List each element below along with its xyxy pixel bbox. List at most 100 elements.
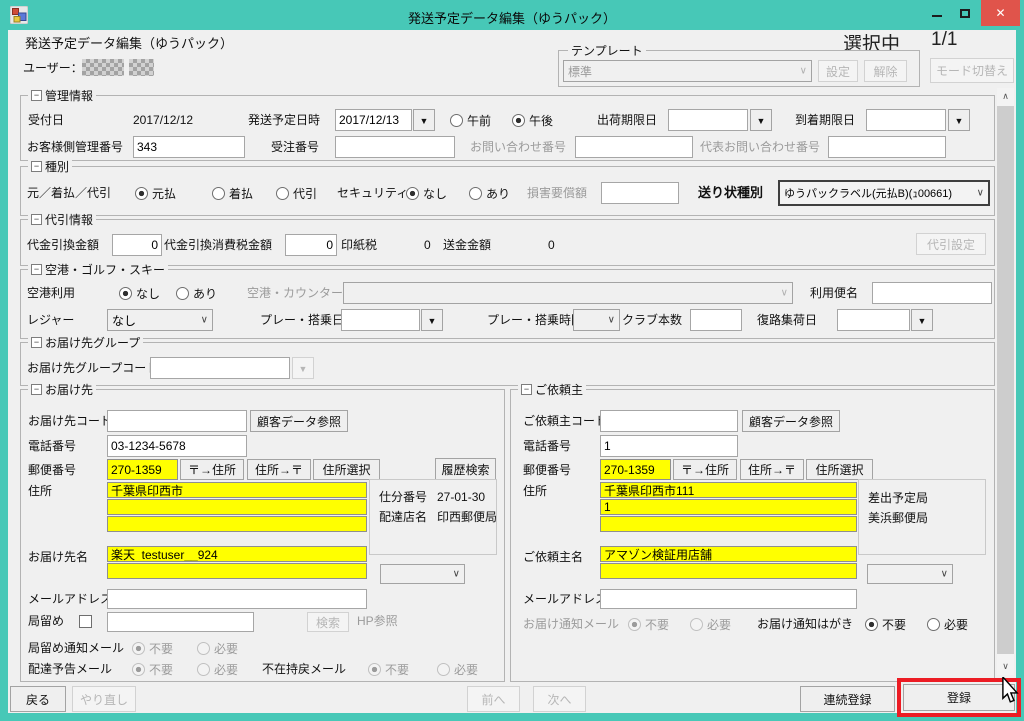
sender-address-line3-input[interactable] <box>600 516 857 532</box>
dest-history-search-button[interactable]: 履歴検索 <box>435 458 496 480</box>
radio-absence-return-yes[interactable]: 必要 <box>437 661 478 678</box>
radio-notice-postcard-yes[interactable]: 必要 <box>927 616 968 633</box>
flight-name-input[interactable] <box>872 282 992 304</box>
dest-group-code-input[interactable] <box>150 357 290 379</box>
return-pickup-input[interactable] <box>837 309 910 331</box>
damage-amount-label: 損害要償額 <box>527 187 587 200</box>
radio-absence-return-no[interactable]: 不要 <box>368 661 409 678</box>
cod-tax-input[interactable]: 0 <box>285 234 337 256</box>
next-button[interactable]: 次へ <box>533 686 586 712</box>
radio-security-yes[interactable]: あり <box>469 185 510 202</box>
sender-postal-input[interactable]: 270-1359 <box>600 459 671 480</box>
radio-kyokudome-mail-yes[interactable]: 必要 <box>197 640 238 657</box>
sender-addr-to-postal-button[interactable]: 住所→〒 <box>740 459 804 480</box>
sender-name-line2-input[interactable] <box>600 563 857 579</box>
radio-security-none[interactable]: なし <box>406 185 447 202</box>
dest-address-line1-input[interactable]: 千葉県印西市 <box>107 482 367 498</box>
sender-phone-input[interactable]: 1 <box>600 435 738 457</box>
dest-name-line2-input[interactable] <box>107 563 367 579</box>
sender-postal-to-addr-button[interactable]: 〒→住所 <box>673 459 737 480</box>
dest-group-dropdown-button[interactable]: ▼ <box>292 357 314 379</box>
kyokudome-mail-label: 局留め通知メール <box>28 642 124 655</box>
kyokudome-checkbox[interactable] <box>79 615 92 628</box>
scroll-down-icon[interactable]: ∨ <box>997 658 1014 675</box>
maximize-button[interactable] <box>951 0 979 26</box>
inquiry-no-input[interactable] <box>575 136 693 158</box>
radio-cod[interactable]: 代引 <box>276 185 317 202</box>
close-button[interactable]: ✕ <box>981 0 1020 26</box>
dest-honorific-combobox[interactable] <box>380 564 465 584</box>
dest-address-line2-input[interactable] <box>107 499 367 515</box>
radio-delivery-notice-no[interactable]: 不要 <box>132 661 173 678</box>
return-pickup-dropdown-button[interactable]: ▼ <box>911 309 933 331</box>
minimize-button[interactable] <box>923 0 951 26</box>
arrival-deadline-dropdown-button[interactable]: ▼ <box>948 109 970 131</box>
dest-phone-input[interactable]: 03-1234-5678 <box>107 435 247 457</box>
radio-pm[interactable]: 午後 <box>512 112 553 129</box>
cod-setting-button[interactable]: 代引設定 <box>916 233 986 255</box>
customer-no-input[interactable]: 343 <box>133 136 245 158</box>
dest-addr-select-button[interactable]: 住所選択 <box>313 459 380 480</box>
back-button[interactable]: 戻る <box>10 686 66 712</box>
order-no-input[interactable] <box>335 136 455 158</box>
rep-inquiry-no-input[interactable] <box>828 136 946 158</box>
scroll-up-icon[interactable]: ∧ <box>997 88 1014 105</box>
radio-collect[interactable]: 着払 <box>212 185 253 202</box>
mode-switch-button[interactable]: モード切替え <box>930 58 1014 83</box>
airport-counter-combobox[interactable] <box>343 282 793 304</box>
radio-notice-mail-no[interactable]: 不要 <box>628 616 669 633</box>
dest-postal-to-addr-button[interactable]: 〒→住所 <box>180 459 244 480</box>
radio-notice-mail-yes[interactable]: 必要 <box>690 616 731 633</box>
rep-inquiry-no-label: 代表お問い合わせ番号 <box>700 141 820 154</box>
sender-name-line1-input[interactable]: アマゾン検証用店舗 <box>600 546 857 562</box>
radio-kyokudome-mail-no[interactable]: 不要 <box>132 640 173 657</box>
arrival-deadline-input[interactable] <box>866 109 946 131</box>
destination-legend: −お届け先 <box>28 383 96 396</box>
cod-amount-input[interactable]: 0 <box>112 234 162 256</box>
ship-deadline-input[interactable] <box>668 109 748 131</box>
kyokudome-search-button[interactable]: 検索 <box>307 612 349 632</box>
dest-email-input[interactable] <box>107 589 367 609</box>
hp-ref-label: HP参照 <box>357 615 398 628</box>
play-time-combobox[interactable] <box>573 309 620 331</box>
collapse-icon: − <box>521 384 532 395</box>
play-date-dropdown-button[interactable]: ▼ <box>421 309 443 331</box>
damage-amount-input[interactable] <box>601 182 679 204</box>
kyokudome-input[interactable] <box>107 612 254 632</box>
continuous-register-button[interactable]: 連続登録 <box>800 686 895 712</box>
prev-button[interactable]: 前へ <box>467 686 520 712</box>
sender-honorific-combobox[interactable] <box>867 564 953 584</box>
airport-use-label: 空港利用 <box>27 287 75 300</box>
sender-code-input[interactable] <box>600 410 738 432</box>
radio-airport-none[interactable]: なし <box>119 285 160 302</box>
dest-postal-input[interactable]: 270-1359 <box>107 459 178 480</box>
sender-customer-ref-button[interactable]: 顧客データ参照 <box>742 410 840 432</box>
template-combobox[interactable]: 標準 <box>563 60 812 82</box>
ship-date-input[interactable]: 2017/12/13 <box>335 109 412 131</box>
clubs-count-input[interactable] <box>690 309 742 331</box>
vertical-scrollbar-thumb[interactable] <box>997 106 1014 654</box>
dest-addr-to-postal-button[interactable]: 住所→〒 <box>247 459 311 480</box>
radio-airport-yes[interactable]: あり <box>176 285 217 302</box>
ship-deadline-dropdown-button[interactable]: ▼ <box>750 109 772 131</box>
dest-name-line1-input[interactable]: 楽天 testuser__924 <box>107 546 367 562</box>
invoice-type-combobox[interactable]: ゆうパックラベル(元払B)(ｭ00661) <box>778 180 990 206</box>
radio-am[interactable]: 午前 <box>450 112 491 129</box>
sender-address-line2-input[interactable]: 1 <box>600 499 857 515</box>
dest-address-line3-input[interactable] <box>107 516 367 532</box>
radio-prepaid[interactable]: 元払 <box>135 185 176 202</box>
dest-code-input[interactable] <box>107 410 247 432</box>
play-date-input[interactable] <box>341 309 420 331</box>
radio-delivery-notice-yes[interactable]: 必要 <box>197 661 238 678</box>
template-release-button[interactable]: 解除 <box>864 60 907 82</box>
security-label: セキュリティ <box>337 187 408 200</box>
sender-email-input[interactable] <box>600 589 857 609</box>
sender-address-line1-input[interactable]: 千葉県印西市111 <box>600 482 857 498</box>
dest-customer-ref-button[interactable]: 顧客データ参照 <box>250 410 348 432</box>
redo-button[interactable]: やり直し <box>72 686 136 712</box>
template-set-button[interactable]: 設定 <box>818 60 858 82</box>
sender-addr-select-button[interactable]: 住所選択 <box>806 459 873 480</box>
leisure-combobox[interactable]: なし <box>107 309 213 331</box>
radio-notice-postcard-no[interactable]: 不要 <box>865 616 906 633</box>
ship-date-dropdown-button[interactable]: ▼ <box>413 109 435 131</box>
